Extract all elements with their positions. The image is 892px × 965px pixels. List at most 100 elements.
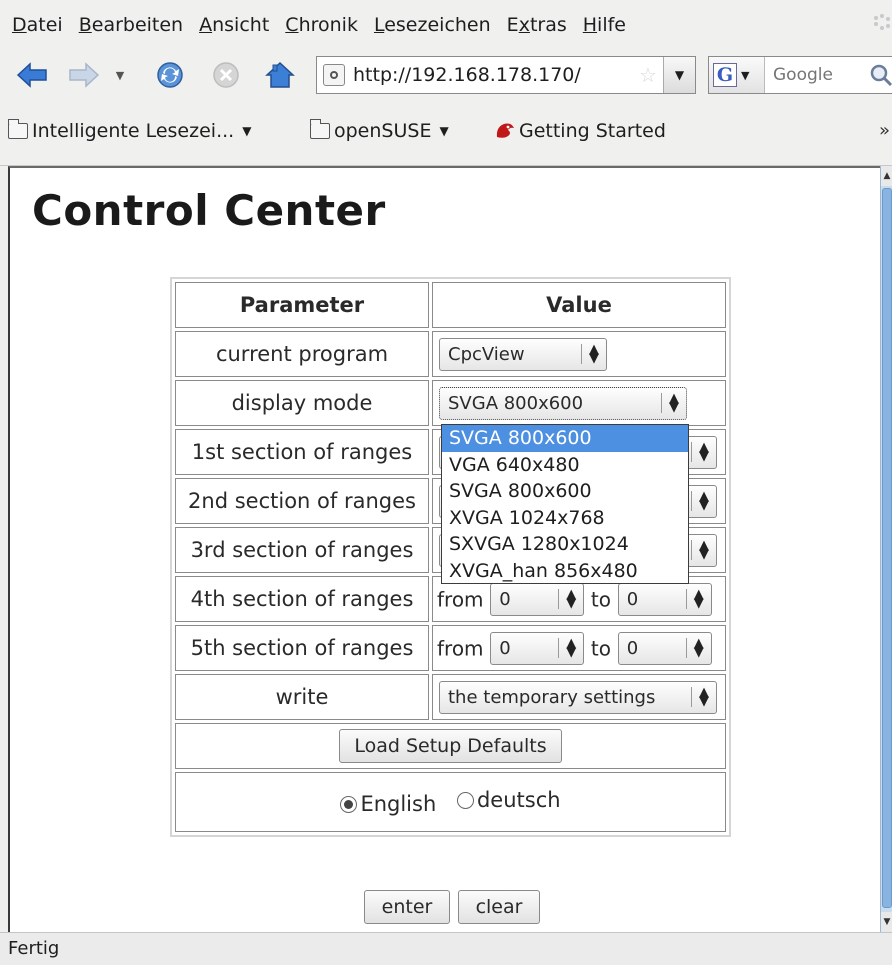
search-bar[interactable]: G ▼: [708, 56, 892, 94]
menu-bearbeiten[interactable]: Bearbeiten: [79, 14, 183, 36]
dropdown-option[interactable]: SXVGA 1280x1024: [442, 531, 688, 558]
radio-english[interactable]: [340, 795, 358, 813]
param-label: 4th section of ranges: [175, 576, 429, 622]
current-program-select[interactable]: CpcView ▲ ▼: [439, 337, 607, 371]
dropdown-option[interactable]: SVGA 800x600: [442, 478, 688, 505]
table-row: current program CpcView ▲ ▼: [175, 331, 726, 377]
updown-arrows-icon: ▲ ▼: [669, 391, 679, 415]
dropdown-option[interactable]: SVGA 800x600: [442, 425, 688, 452]
google-logo-icon: G: [713, 63, 737, 87]
activity-throbber-icon: [874, 14, 890, 30]
bookmark-opensuse[interactable]: openSUSE ▼: [309, 119, 449, 142]
stop-icon: [213, 62, 239, 88]
forward-button[interactable]: [66, 58, 102, 92]
dropdown-option[interactable]: XVGA_han 856x480: [442, 558, 688, 585]
form-buttons: enter clear: [364, 890, 540, 924]
stop-button[interactable]: [208, 58, 244, 92]
getting-started-icon: [496, 123, 514, 138]
bookmarks-overflow-button[interactable]: »: [879, 120, 890, 141]
history-dropdown[interactable]: ▼: [110, 58, 130, 92]
updown-arrows-icon: ▲ ▼: [566, 587, 577, 611]
param-label: display mode: [175, 380, 429, 426]
scroll-down-button[interactable]: ▼: [881, 912, 892, 932]
home-icon: [265, 61, 295, 88]
select-value: 0: [626, 588, 639, 610]
folder-icon: [7, 119, 28, 139]
bookmark-star-icon[interactable]: ☆: [639, 63, 657, 87]
display-mode-select[interactable]: SVGA 800x600 ▲ ▼: [439, 386, 687, 420]
search-input[interactable]: [773, 65, 873, 85]
radio-label: deutsch: [476, 788, 561, 812]
param-value: from 0 ▲ ▼ to 0 ▲ ▼: [432, 625, 726, 671]
menu-ansicht[interactable]: Ansicht: [199, 14, 269, 36]
reload-button[interactable]: [152, 58, 188, 92]
select-value: CpcView: [448, 343, 525, 365]
status-text: Fertig: [8, 938, 60, 959]
chevron-down-icon: ▼: [242, 124, 252, 138]
back-button[interactable]: [14, 58, 50, 92]
param-value: SVGA 800x600 ▲ ▼: [432, 380, 726, 426]
language-english-option[interactable]: English: [340, 792, 436, 816]
language-deutsch-option[interactable]: deutsch: [456, 788, 561, 812]
table-row: write the temporary settings ▲ ▼: [175, 674, 726, 720]
bookmark-intelligente-lesezeichen[interactable]: Intelligente Lesezei... ▼: [7, 119, 252, 142]
param-label: current program: [175, 331, 429, 377]
from-label: from: [437, 587, 484, 611]
dropdown-option[interactable]: VGA 640x480: [442, 452, 688, 479]
dropdown-option[interactable]: XVGA 1024x768: [442, 505, 688, 532]
param-value: the temporary settings ▲ ▼: [432, 674, 726, 720]
menu-extras[interactable]: Extras: [507, 14, 567, 36]
vertical-scrollbar[interactable]: ▲ ▼: [880, 166, 892, 932]
enter-button[interactable]: enter: [364, 890, 450, 924]
scrollbar-thumb[interactable]: [882, 188, 892, 908]
updown-arrows-icon: ▲ ▼: [699, 440, 709, 464]
bookmarks-toolbar: Intelligente Lesezei... ▼ openSUSE ▼ Get…: [0, 100, 892, 166]
address-bar[interactable]: ☆ ▼: [316, 56, 696, 94]
navigation-toolbar: ▼ ☆ ▼ G ▼: [0, 50, 892, 100]
select-value: 0: [626, 637, 639, 659]
menu-datei[interactable]: Datei: [12, 14, 63, 36]
section-4-from-select[interactable]: 0 ▲ ▼: [490, 582, 585, 616]
load-setup-defaults-button[interactable]: Load Setup Defaults: [339, 729, 562, 763]
home-button[interactable]: [262, 58, 298, 92]
to-label: to: [590, 587, 611, 611]
param-label: 1st section of ranges: [175, 429, 429, 475]
from-label: from: [437, 636, 484, 660]
scroll-up-button[interactable]: ▲: [881, 166, 892, 186]
to-label: to: [590, 636, 611, 660]
table-row: Load Setup Defaults: [175, 723, 726, 769]
updown-arrows-icon: ▲ ▼: [566, 636, 577, 660]
param-label: write: [175, 674, 429, 720]
bookmark-label: openSUSE: [334, 120, 432, 142]
section-5-from-select[interactable]: 0 ▲ ▼: [490, 631, 585, 665]
bookmark-label: Intelligente Lesezei...: [32, 120, 235, 142]
display-mode-dropdown-list[interactable]: SVGA 800x600 VGA 640x480 SVGA 800x600 XV…: [441, 424, 689, 584]
table-row: display mode SVGA 800x600 ▲ ▼: [175, 380, 726, 426]
url-input[interactable]: [353, 64, 623, 86]
param-label: 3rd section of ranges: [175, 527, 429, 573]
write-select[interactable]: the temporary settings ▲ ▼: [439, 680, 717, 714]
chevron-down-icon: ▼: [674, 68, 685, 82]
section-5-to-select[interactable]: 0 ▲ ▼: [617, 631, 712, 665]
search-icon[interactable]: [869, 63, 892, 87]
chevron-down-icon: ▼: [115, 68, 125, 82]
bookmark-getting-started[interactable]: Getting Started: [494, 120, 666, 142]
select-value: 0: [499, 588, 511, 610]
clear-button[interactable]: clear: [458, 890, 540, 924]
search-engine-selector[interactable]: G ▼: [709, 57, 765, 93]
section-4-to-select[interactable]: 0 ▲ ▼: [617, 582, 712, 616]
updown-arrows-icon: ▲ ▼: [699, 489, 709, 513]
url-history-dropdown[interactable]: ▼: [663, 57, 695, 93]
updown-arrows-icon: ▲ ▼: [699, 685, 709, 709]
updown-arrows-icon: ▲ ▼: [699, 538, 709, 562]
updown-arrows-icon: ▲ ▼: [589, 342, 599, 366]
table-header-row: Parameter Value: [175, 282, 726, 328]
back-arrow-icon: [16, 62, 47, 88]
site-identity-icon[interactable]: [323, 64, 345, 86]
header-value: Value: [432, 282, 726, 328]
radio-deutsch[interactable]: [456, 791, 474, 809]
menu-hilfe[interactable]: Hilfe: [583, 14, 626, 36]
menu-lesezeichen[interactable]: Lesezeichen: [374, 14, 491, 36]
menu-chronik[interactable]: Chronik: [285, 14, 358, 36]
language-cell: English deutsch: [175, 772, 726, 832]
